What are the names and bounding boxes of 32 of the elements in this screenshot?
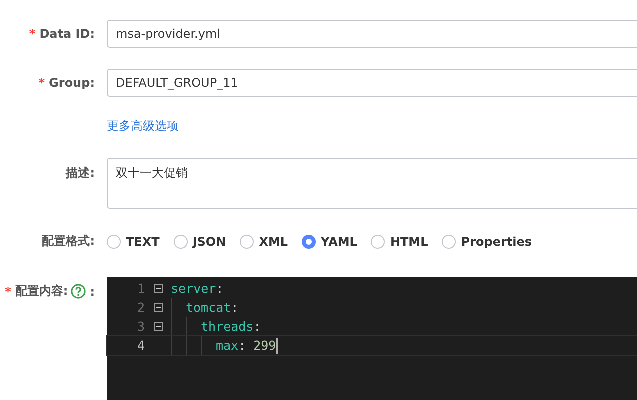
field-label: Group: [49, 76, 95, 90]
code-line: tomcat: [186, 300, 239, 315]
line-number: 2 [136, 300, 145, 315]
format-radio[interactable]: HTML [371, 234, 428, 248]
field-label: 配置格式: [42, 233, 95, 250]
format-radio[interactable]: TEXT [107, 234, 160, 248]
fold-icon[interactable] [154, 284, 162, 293]
code-line: threads: [201, 319, 262, 334]
required-asterisk: * [5, 284, 12, 298]
required-asterisk: * [38, 76, 46, 90]
format-radio[interactable]: Properties [442, 234, 532, 248]
format-radio[interactable]: XML [240, 234, 288, 248]
input-field[interactable]: msa-provider.yml [107, 20, 637, 48]
required-asterisk: * [29, 27, 36, 41]
field-label: Data ID: [40, 27, 95, 41]
line-number: 1 [136, 281, 145, 296]
format-radio[interactable]: YAML [302, 234, 358, 248]
line-number: 4 [136, 338, 145, 353]
input-field[interactable]: DEFAULT_GROUP_11 [107, 69, 637, 97]
advanced-options-link[interactable]: 更多高级选项 [107, 118, 179, 135]
code-line: server: [171, 281, 224, 296]
help-icon[interactable] [71, 284, 86, 299]
fold-icon[interactable] [154, 322, 162, 331]
format-radio[interactable]: JSON [174, 234, 226, 248]
fold-icon[interactable] [154, 303, 162, 312]
code-line: max: 299 [216, 338, 278, 354]
field-label: 描述: [66, 165, 95, 182]
description-field[interactable]: 双十一大促销 [107, 158, 637, 209]
label-colon: : [90, 284, 95, 298]
line-number: 3 [136, 319, 145, 334]
field-label: 配置内容: [15, 283, 68, 300]
code-editor[interactable]: 1 server: 2 tomcat: 3 threads: 4 max: 299 [107, 277, 637, 400]
